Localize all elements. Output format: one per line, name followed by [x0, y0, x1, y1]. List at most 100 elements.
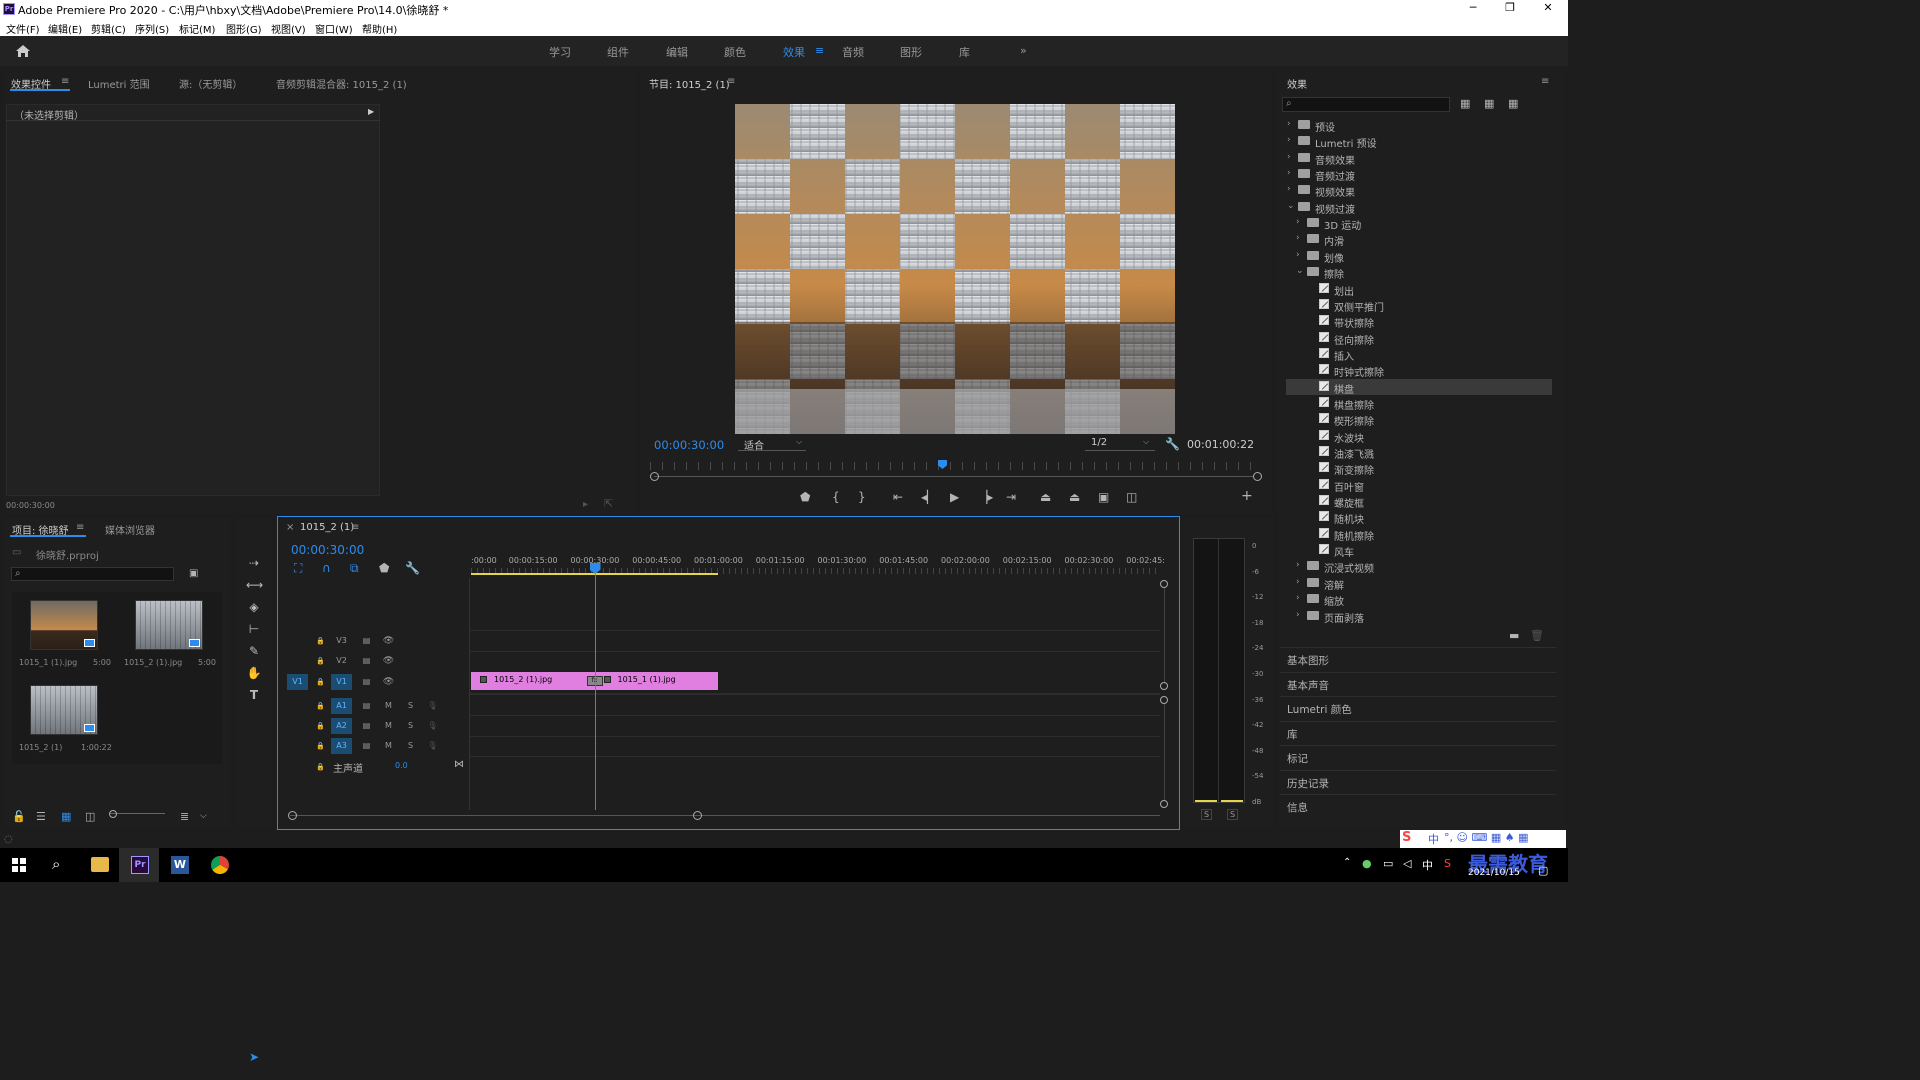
tab-effect-controls-menu-icon[interactable]: ≡ [61, 76, 69, 87]
ime-mode-indicator[interactable]: 中 [1428, 831, 1439, 847]
tab-media-browser[interactable]: 媒体浏览器 [105, 522, 155, 537]
export-icon[interactable]: ⇱ [604, 498, 613, 510]
track-lock-icon[interactable]: 🔒 [310, 674, 331, 690]
master-lock-icon[interactable]: 🔒 [310, 759, 331, 775]
chevron-right-icon[interactable]: › [1296, 233, 1300, 243]
voiceover-mic-icon[interactable]: 🎙 [422, 718, 443, 734]
toggle-output-eye-icon[interactable]: 👁 [378, 633, 399, 649]
resolution-dropdown[interactable]: 1/2 ⌵ [1085, 437, 1155, 451]
step-back-icon[interactable]: ◂▏ [921, 491, 936, 503]
workspace-effects[interactable]: 效果 [783, 44, 805, 60]
selection-tool-icon[interactable]: ➤ [246, 1050, 262, 1066]
meter-solo-right-button[interactable]: S [1227, 809, 1239, 820]
tab-project-menu-icon[interactable]: ≡ [76, 522, 84, 533]
new-bin-icon[interactable]: ▣ [189, 568, 198, 580]
sogou-ime-icon[interactable]: S [1444, 857, 1451, 870]
menu-marker[interactable]: 标记(M) [179, 21, 215, 36]
effects-tree-item[interactable]: 渐变擦除 [1286, 460, 1552, 477]
workspace-more-button[interactable]: » [1020, 44, 1027, 57]
effects-tree-item[interactable]: 楔形擦除 [1286, 411, 1552, 428]
program-monitor-title[interactable]: 节目: 1015_2 (1) [649, 76, 730, 91]
hscroll-right-handle[interactable] [693, 811, 702, 820]
icon-view-icon[interactable]: ▦ [61, 811, 71, 823]
sort-chevron-down-icon[interactable]: ⌵ [200, 810, 207, 822]
scrub-start-handle[interactable] [650, 472, 659, 481]
snap-magnet-icon[interactable]: ∩ [322, 562, 331, 574]
track-target-button[interactable]: V2 [331, 653, 352, 669]
effects-search-input[interactable]: ⌕ [1282, 97, 1450, 112]
effects-tree-item[interactable]: ⌄ 擦除 [1286, 264, 1552, 281]
track-target-button[interactable]: A1 [331, 698, 352, 714]
sort-icon[interactable]: ≣ [180, 811, 189, 823]
sync-lock-icon[interactable]: ▤ [356, 698, 377, 714]
effects-tree-item[interactable]: 随机擦除 [1286, 526, 1552, 543]
type-tool-icon[interactable]: T [246, 688, 262, 704]
expand-arrow-icon[interactable]: ▶ [368, 107, 374, 116]
effects-tree-item[interactable]: 时钟式擦除 [1286, 362, 1552, 379]
menu-file[interactable]: 文件(F) [6, 21, 40, 36]
add-marker-icon[interactable]: ⬟ [800, 491, 810, 503]
effects-section-header[interactable]: 库 [1280, 720, 1556, 743]
menu-edit[interactable]: 编辑(E) [48, 21, 82, 36]
timeline-clip[interactable]: 1015_1 (1).jpg [594, 672, 718, 690]
zoom-slider[interactable] [110, 813, 165, 814]
effects-tree-item[interactable]: 划出 [1286, 281, 1552, 298]
voiceover-mic-icon[interactable]: 🎙 [422, 698, 443, 714]
vscroll-handle[interactable] [1160, 580, 1168, 588]
effects-tree-item[interactable]: 棋盘擦除 [1286, 395, 1552, 412]
effects-tree-item[interactable]: 油漆飞溅 [1286, 444, 1552, 461]
voiceover-mic-icon[interactable]: 🎙 [422, 738, 443, 754]
network-icon[interactable]: ▭ [1383, 857, 1393, 870]
word-taskbar-icon[interactable]: W [171, 856, 189, 874]
effects-section-header[interactable]: 基本声音 [1280, 671, 1556, 694]
vscroll-handle[interactable] [1160, 696, 1168, 704]
effects-tree-item[interactable]: ⌄ 视频过渡 [1286, 199, 1552, 216]
sync-lock-icon[interactable]: ▤ [356, 674, 377, 690]
hscroll-left-handle[interactable] [288, 811, 297, 820]
file-explorer-icon[interactable] [91, 857, 109, 872]
lift-icon[interactable]: ⏏ [1040, 491, 1051, 503]
track-target-button[interactable]: V1 [331, 674, 352, 690]
solo-button[interactable]: S [400, 718, 421, 734]
32bit-effects-icon[interactable]: ▦ [1484, 98, 1494, 110]
menu-view[interactable]: 视图(V) [271, 21, 306, 36]
delete-trash-icon[interactable]: 🗑 [1530, 630, 1544, 642]
timeline-clip[interactable]: 1015_2 (1).jpg [471, 672, 595, 690]
sync-lock-icon[interactable]: ▤ [356, 718, 377, 734]
chevron-right-icon[interactable]: › [1296, 560, 1300, 570]
mute-button[interactable]: M [378, 718, 399, 734]
export-frame-camera-icon[interactable]: ▣ [1098, 491, 1109, 503]
track-target-button[interactable]: A2 [331, 718, 352, 734]
workspace-color[interactable]: 颜色 [724, 44, 746, 60]
close-button[interactable]: ✕ [1530, 1, 1566, 17]
vscroll-handle[interactable] [1160, 800, 1168, 808]
zoom-slider-handle[interactable] [109, 810, 117, 818]
effects-tree-item[interactable]: 棋盘 [1286, 378, 1552, 396]
effects-section-header[interactable]: Lumetri 颜色 [1280, 696, 1556, 718]
mute-button[interactable]: M [378, 738, 399, 754]
extract-icon[interactable]: ⏏ [1069, 491, 1080, 503]
effects-tree-item[interactable]: 百叶窗 [1286, 477, 1552, 494]
lock-icon[interactable]: 🔓 [12, 811, 26, 823]
minimize-button[interactable]: ─ [1455, 1, 1491, 17]
effects-tree-item[interactable]: › 音频过渡 [1286, 166, 1552, 183]
effects-section-header[interactable]: 信息 [1280, 794, 1556, 816]
notification-icon[interactable]: ▢ [1538, 864, 1548, 877]
chevron-right-icon[interactable]: › [1287, 152, 1291, 162]
chevron-right-icon[interactable]: › [1296, 593, 1300, 603]
effects-section-header[interactable]: 历史记录 [1280, 769, 1556, 792]
effects-tree-item[interactable]: › 划像 [1286, 248, 1552, 265]
yuv-effects-icon[interactable]: ▦ [1508, 98, 1518, 110]
new-bin-folder-icon[interactable]: ▬ [1509, 630, 1519, 642]
track-lock-icon[interactable]: 🔒 [310, 633, 331, 649]
track-lock-icon[interactable]: 🔒 [310, 718, 331, 734]
program-ruler[interactable] [650, 462, 1260, 470]
chevron-right-icon[interactable]: › [1296, 577, 1300, 587]
ripple-edit-tool-icon[interactable]: ⟷ [246, 578, 263, 594]
play-icon[interactable]: ▶ [950, 491, 959, 503]
effects-tree-item[interactable]: › Lumetri 预设 [1286, 133, 1552, 150]
chevron-down-icon[interactable]: ⌄ [1287, 201, 1295, 211]
effects-tree-item[interactable]: 径向擦除 [1286, 330, 1552, 347]
list-view-icon[interactable]: ☰ [36, 811, 46, 823]
master-volume-value[interactable]: 0.0 [395, 761, 408, 770]
